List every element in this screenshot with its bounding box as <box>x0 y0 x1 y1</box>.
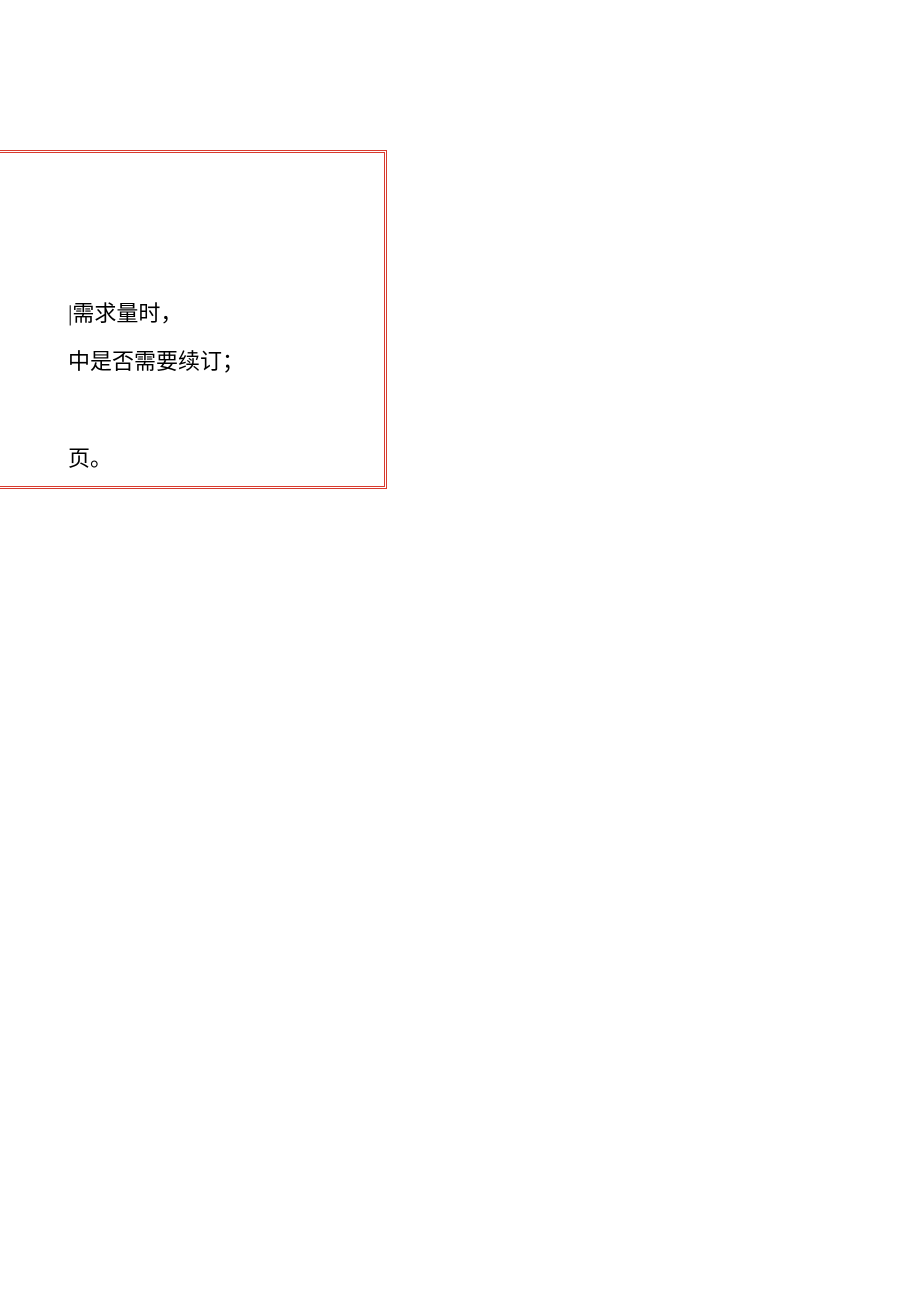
text-line-2: 中是否需要续订； <box>68 338 244 386</box>
text-line-1: |需求量时， <box>68 290 244 338</box>
document-text-block: |需求量时， 中是否需要续订； 页。 <box>68 290 244 483</box>
text-line-3: 页。 <box>68 435 244 483</box>
